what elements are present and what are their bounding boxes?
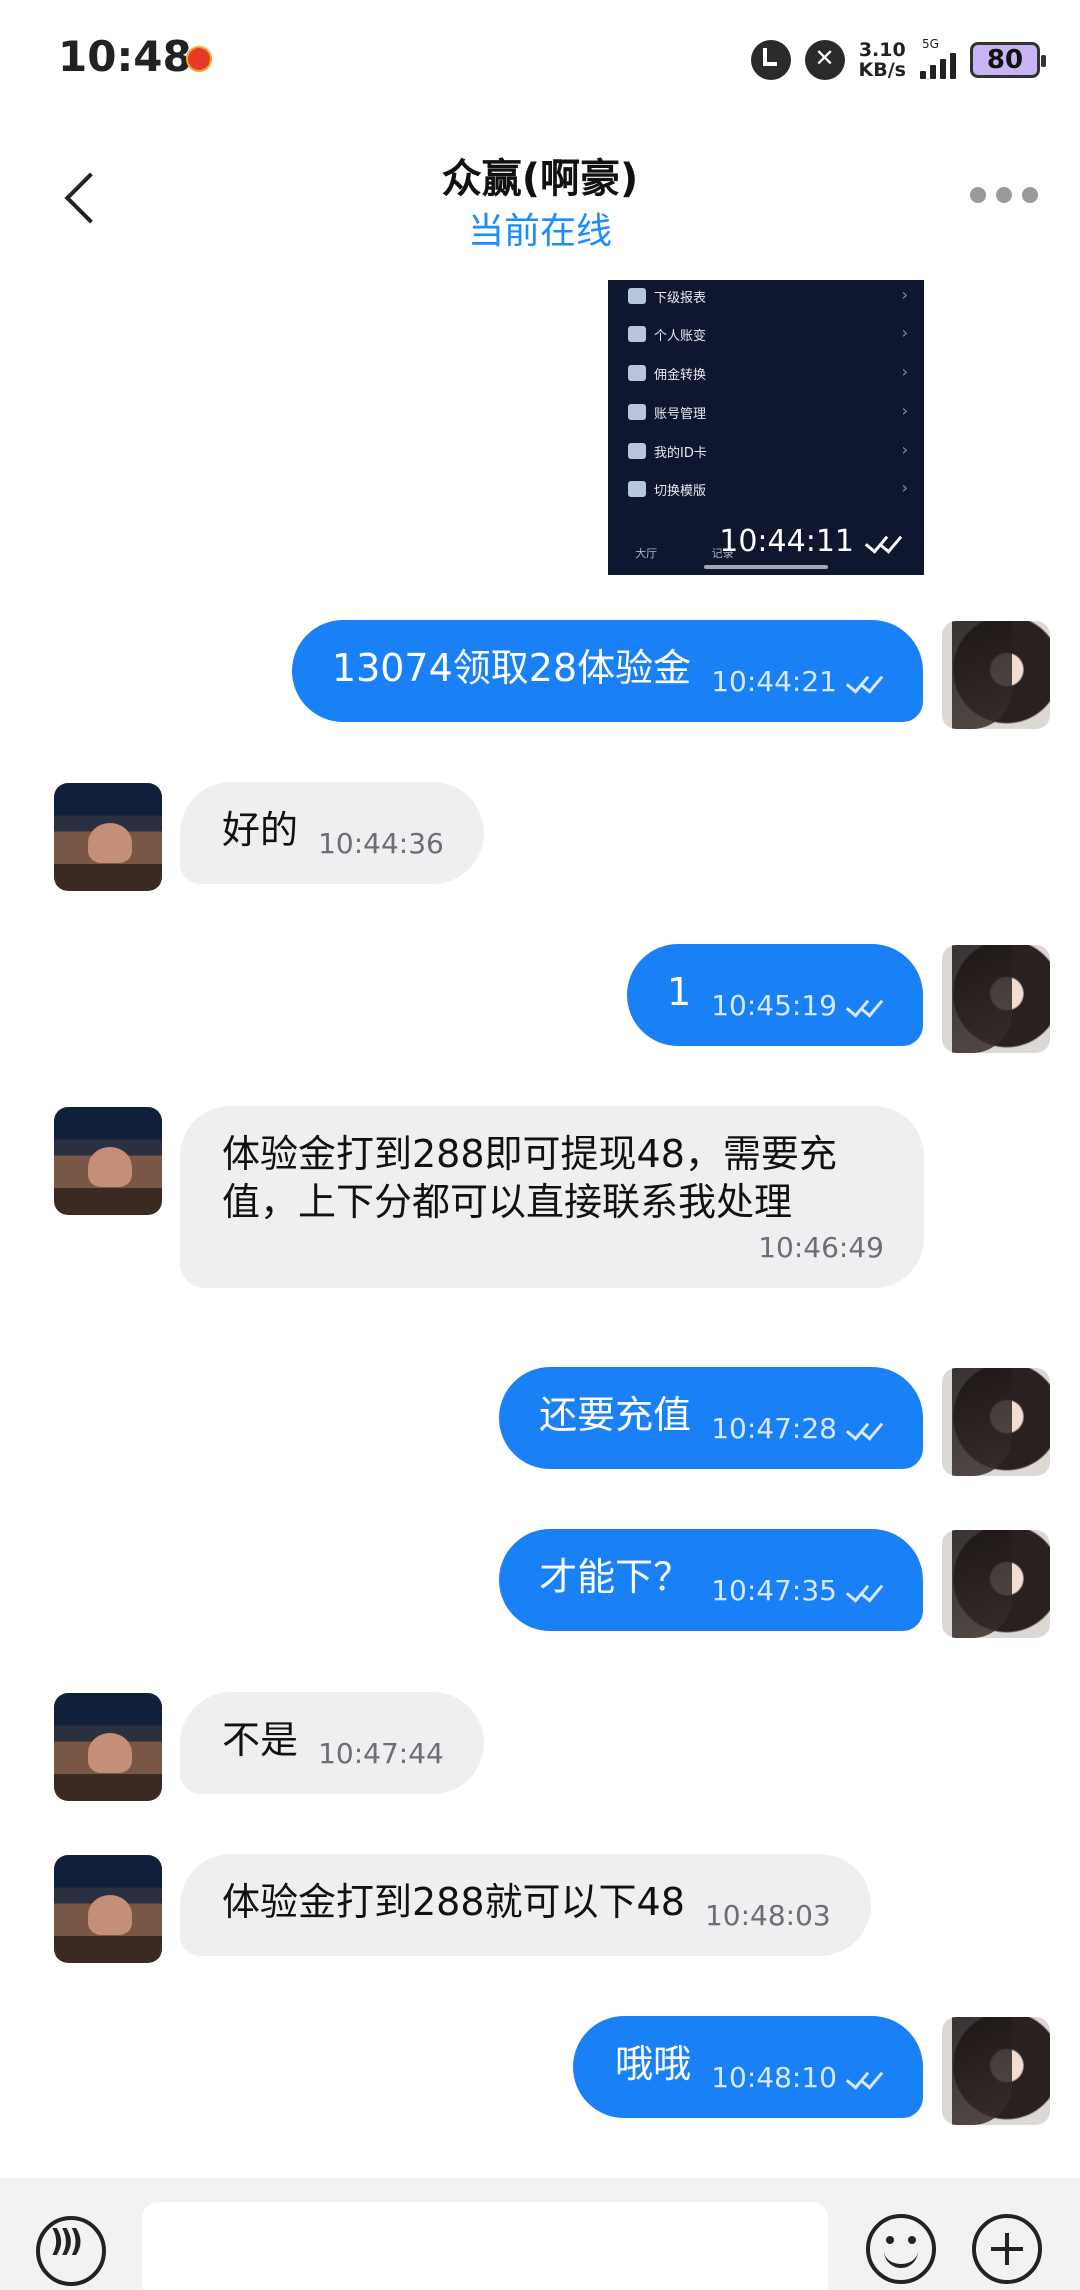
message-list[interactable]: 下级报表 › 个人账变 › 佣金转换 › 账号管理 › 我的ID卡 › 切换模版 › 大厅 … xyxy=(0,280,1080,2180)
read-ticks-icon xyxy=(862,531,902,553)
contact-avatar[interactable] xyxy=(54,1855,162,1963)
my-avatar[interactable] xyxy=(942,2017,1050,2125)
contact-avatar[interactable] xyxy=(54,1693,162,1801)
message-bubble-incoming[interactable]: 体验金打到288即可提现48，需要充值，上下分都可以直接联系我处理 10:46:… xyxy=(180,1106,924,1288)
voice-input-button[interactable] xyxy=(36,2216,106,2286)
message-bubble-outgoing[interactable]: 还要充值 10:47:28 xyxy=(499,1367,923,1469)
message-time: 10:48:10 xyxy=(711,2061,837,2094)
message-text: 好的 xyxy=(222,808,299,852)
read-ticks-icon xyxy=(843,1418,883,1440)
message-text: 还要充值 xyxy=(539,1393,692,1437)
message-text: 体验金打到288即可提现48，需要充值，上下分都可以直接联系我处理 xyxy=(222,1132,837,1224)
shot-menu-item: 佣金转换 › xyxy=(628,356,908,390)
message-time: 10:45:19 xyxy=(711,989,837,1022)
online-status: 当前在线 xyxy=(467,211,612,252)
message-time: 10:47:35 xyxy=(711,1574,837,1607)
my-avatar[interactable] xyxy=(942,621,1050,729)
alarm-icon xyxy=(750,40,791,80)
network-speed: 3.10 KB/s xyxy=(859,40,906,80)
message-time: 10:44:21 xyxy=(711,665,837,698)
users-icon xyxy=(628,288,646,304)
contact-avatar[interactable] xyxy=(54,1107,162,1215)
message-text: 哦哦 xyxy=(615,2042,692,2086)
message-bubble-outgoing[interactable]: 才能下？ 10:47:35 xyxy=(499,1529,923,1631)
read-ticks-icon xyxy=(843,1580,883,1602)
home-indicator xyxy=(704,565,828,569)
money-bag-icon xyxy=(628,365,646,381)
signal-icon: 5G xyxy=(920,37,956,79)
shot-menu-item: 账号管理 › xyxy=(628,395,908,429)
more-options-button[interactable] xyxy=(964,180,1044,210)
status-bar: 10:48 3.10 KB/s 5G 80 xyxy=(0,0,1080,120)
shared-image-message[interactable]: 下级报表 › 个人账变 › 佣金转换 › 账号管理 › 我的ID卡 › 切换模版 › 大厅 … xyxy=(608,280,924,575)
message-time: 10:46:49 xyxy=(758,1231,884,1264)
gear-icon xyxy=(628,404,646,420)
contact-name[interactable]: 众赢(啊豪) xyxy=(0,146,1080,204)
message-text: 不是 xyxy=(222,1718,299,1762)
read-ticks-icon xyxy=(843,671,883,693)
message-bubble-outgoing[interactable]: 13074领取28体验金 10:44:21 xyxy=(291,620,923,722)
message-text: 13074领取28体验金 xyxy=(331,646,692,690)
image-timestamp: 10:44:11 xyxy=(719,524,902,559)
message-time: 10:47:28 xyxy=(711,1412,837,1445)
chat-header: 众赢(啊豪) 当前在线 xyxy=(0,120,1080,280)
message-time: 10:48:03 xyxy=(704,1899,831,1932)
status-icons: 3.10 KB/s 5G 80 xyxy=(750,34,1046,86)
shot-menu-item: 切换模版 › xyxy=(628,472,908,506)
message-bubble-outgoing[interactable]: 1 10:45:19 xyxy=(626,944,923,1046)
message-text: 1 xyxy=(666,970,692,1014)
network-speed-value: 3.10 xyxy=(858,39,906,61)
mute-icon xyxy=(804,40,845,80)
message-bubble-incoming[interactable]: 好的 10:44:36 xyxy=(180,782,484,884)
shot-menu-item: 个人账变 › xyxy=(628,317,908,351)
contact-avatar[interactable] xyxy=(54,783,162,891)
message-time: 10:44:36 xyxy=(318,827,444,860)
message-time: 10:47:44 xyxy=(318,1737,444,1770)
attach-plus-button[interactable] xyxy=(972,2214,1042,2284)
read-ticks-icon xyxy=(843,2067,883,2089)
emoji-button[interactable] xyxy=(866,2214,936,2284)
message-input[interactable] xyxy=(142,2202,828,2290)
list-icon xyxy=(628,326,646,342)
message-text: 体验金打到288就可以下48 xyxy=(222,1880,685,1924)
my-avatar[interactable] xyxy=(942,1368,1050,1476)
message-bubble-outgoing[interactable]: 哦哦 10:48:10 xyxy=(573,2016,923,2118)
id-card-icon xyxy=(628,443,646,459)
read-ticks-icon xyxy=(843,995,883,1017)
network-speed-unit: KB/s xyxy=(858,59,906,81)
message-bubble-incoming[interactable]: 体验金打到288就可以下48 10:48:03 xyxy=(180,1854,871,1956)
my-avatar[interactable] xyxy=(942,1530,1050,1638)
shot-tab: 大厅 xyxy=(635,547,658,560)
message-bubble-incoming[interactable]: 不是 10:47:44 xyxy=(180,1692,484,1794)
shot-menu-item: 我的ID卡 › xyxy=(628,434,908,468)
message-text: 才能下？ xyxy=(539,1555,692,1599)
composer-bar xyxy=(0,2178,1080,2290)
list-icon xyxy=(628,481,646,497)
status-time: 10:48 xyxy=(58,32,192,81)
my-avatar[interactable] xyxy=(942,945,1050,1053)
network-type: 5G xyxy=(922,37,939,51)
battery-icon: 80 xyxy=(970,42,1046,78)
notification-icon xyxy=(186,46,212,72)
shot-menu-item: 下级报表 › xyxy=(628,280,908,313)
